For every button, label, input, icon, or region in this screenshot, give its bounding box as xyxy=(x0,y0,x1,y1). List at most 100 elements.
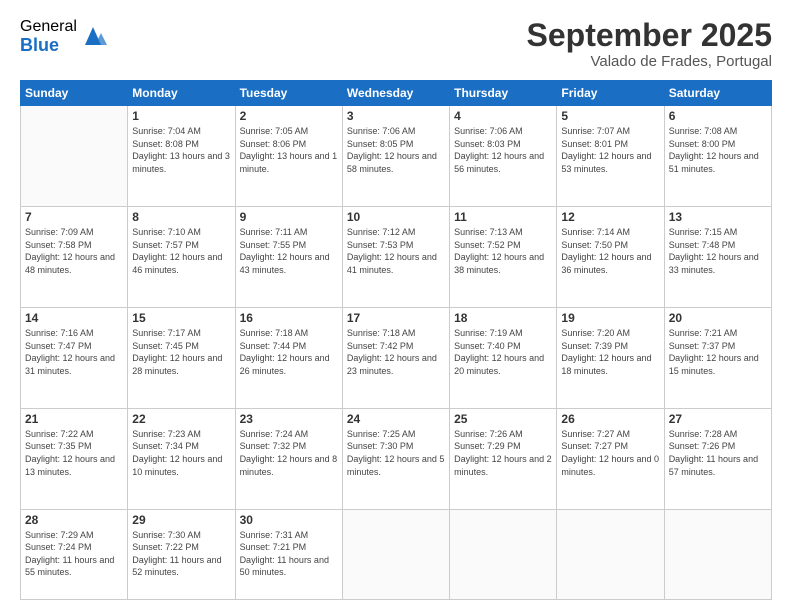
day-info: Sunrise: 7:26 AMSunset: 7:29 PMDaylight:… xyxy=(454,428,552,478)
table-row: 13Sunrise: 7:15 AMSunset: 7:48 PMDayligh… xyxy=(664,207,771,308)
day-number: 12 xyxy=(561,210,659,224)
table-row: 27 Sunrise: 7:28 AMSunset: 7:26 PMDayligh… xyxy=(664,408,771,509)
day-number: 15 xyxy=(132,311,230,325)
day-number: 27 xyxy=(669,412,767,426)
table-row: 19 Sunrise: 7:20 AMSunset: 7:39 PMDayligh… xyxy=(557,307,664,408)
day-info: Sunrise: 7:18 AMSunset: 7:42 PMDaylight:… xyxy=(347,327,445,377)
table-row: 2 Sunrise: 7:05 AMSunset: 8:06 PMDaylight… xyxy=(235,106,342,207)
table-row xyxy=(450,509,557,599)
day-number: 9 xyxy=(240,210,338,224)
day-number: 24 xyxy=(347,412,445,426)
table-row: 11 Sunrise: 7:13 AMSunset: 7:52 PMDayligh… xyxy=(450,207,557,308)
logo: General Blue xyxy=(20,18,107,55)
day-info: Sunrise: 7:29 AMSunset: 7:24 PMDaylight:… xyxy=(25,529,123,579)
table-row: 23Sunrise: 7:24 AMSunset: 7:32 PMDayligh… xyxy=(235,408,342,509)
logo-blue: Blue xyxy=(20,36,77,56)
day-info: Sunrise: 7:28 AMSunset: 7:26 PMDaylight:… xyxy=(669,428,767,478)
day-info: Sunrise: 7:13 AMSunset: 7:52 PMDaylight:… xyxy=(454,226,552,276)
location-subtitle: Valado de Frades, Portugal xyxy=(527,53,772,70)
table-row: 15Sunrise: 7:17 AMSunset: 7:45 PMDayligh… xyxy=(128,307,235,408)
title-block: September 2025 Valado de Frades, Portuga… xyxy=(527,18,772,70)
day-number: 25 xyxy=(454,412,552,426)
day-info: Sunrise: 7:07 AMSunset: 8:01 PMDaylight:… xyxy=(561,125,659,175)
day-number: 2 xyxy=(240,109,338,123)
col-wednesday: Wednesday xyxy=(342,81,449,106)
page: General Blue September 2025 Valado de Fr… xyxy=(0,0,792,612)
col-saturday: Saturday xyxy=(664,81,771,106)
day-info: Sunrise: 7:09 AMSunset: 7:58 PMDaylight:… xyxy=(25,226,123,276)
calendar-table: Sunday Monday Tuesday Wednesday Thursday… xyxy=(20,80,772,600)
day-number: 4 xyxy=(454,109,552,123)
table-row: 26Sunrise: 7:27 AMSunset: 7:27 PMDayligh… xyxy=(557,408,664,509)
day-info: Sunrise: 7:16 AMSunset: 7:47 PMDaylight:… xyxy=(25,327,123,377)
table-row: 3 Sunrise: 7:06 AMSunset: 8:05 PMDaylight… xyxy=(342,106,449,207)
table-row xyxy=(664,509,771,599)
month-title: September 2025 xyxy=(527,18,772,53)
day-info: Sunrise: 7:04 AMSunset: 8:08 PMDaylight:… xyxy=(132,125,230,175)
table-row xyxy=(342,509,449,599)
table-row: 20Sunrise: 7:21 AMSunset: 7:37 PMDayligh… xyxy=(664,307,771,408)
table-row: 4 Sunrise: 7:06 AMSunset: 8:03 PMDaylight… xyxy=(450,106,557,207)
day-number: 1 xyxy=(132,109,230,123)
day-info: Sunrise: 7:10 AMSunset: 7:57 PMDaylight:… xyxy=(132,226,230,276)
logo-general: General xyxy=(20,18,77,36)
logo-text: General Blue xyxy=(20,18,77,55)
day-info: Sunrise: 7:21 AMSunset: 7:37 PMDaylight:… xyxy=(669,327,767,377)
day-info: Sunrise: 7:25 AMSunset: 7:30 PMDaylight:… xyxy=(347,428,445,478)
day-info: Sunrise: 7:30 AMSunset: 7:22 PMDaylight:… xyxy=(132,529,230,579)
table-row xyxy=(557,509,664,599)
day-number: 6 xyxy=(669,109,767,123)
header: General Blue September 2025 Valado de Fr… xyxy=(20,18,772,70)
day-info: Sunrise: 7:12 AMSunset: 7:53 PMDaylight:… xyxy=(347,226,445,276)
table-row: 14 Sunrise: 7:16 AMSunset: 7:47 PMDayligh… xyxy=(21,307,128,408)
table-row: 17 Sunrise: 7:18 AMSunset: 7:42 PMDayligh… xyxy=(342,307,449,408)
table-row: 10 Sunrise: 7:12 AMSunset: 7:53 PMDayligh… xyxy=(342,207,449,308)
table-row: 21 Sunrise: 7:22 AMSunset: 7:35 PMDayligh… xyxy=(21,408,128,509)
day-info: Sunrise: 7:20 AMSunset: 7:39 PMDaylight:… xyxy=(561,327,659,377)
day-number: 18 xyxy=(454,311,552,325)
day-info: Sunrise: 7:31 AMSunset: 7:21 PMDaylight:… xyxy=(240,529,338,579)
day-info: Sunrise: 7:22 AMSunset: 7:35 PMDaylight:… xyxy=(25,428,123,478)
table-row: 24 Sunrise: 7:25 AMSunset: 7:30 PMDayligh… xyxy=(342,408,449,509)
table-row: 1 Sunrise: 7:04 AMSunset: 8:08 PMDaylight… xyxy=(128,106,235,207)
col-sunday: Sunday xyxy=(21,81,128,106)
day-number: 22 xyxy=(132,412,230,426)
header-row: Sunday Monday Tuesday Wednesday Thursday… xyxy=(21,81,772,106)
day-info: Sunrise: 7:06 AMSunset: 8:03 PMDaylight:… xyxy=(454,125,552,175)
day-number: 16 xyxy=(240,311,338,325)
day-number: 29 xyxy=(132,513,230,527)
day-info: Sunrise: 7:05 AMSunset: 8:06 PMDaylight:… xyxy=(240,125,338,175)
table-row: 7Sunrise: 7:09 AMSunset: 7:58 PMDaylight… xyxy=(21,207,128,308)
table-row: 8Sunrise: 7:10 AMSunset: 7:57 PMDaylight… xyxy=(128,207,235,308)
day-number: 5 xyxy=(561,109,659,123)
day-info: Sunrise: 7:14 AMSunset: 7:50 PMDaylight:… xyxy=(561,226,659,276)
col-friday: Friday xyxy=(557,81,664,106)
day-number: 17 xyxy=(347,311,445,325)
day-info: Sunrise: 7:23 AMSunset: 7:34 PMDaylight:… xyxy=(132,428,230,478)
day-number: 3 xyxy=(347,109,445,123)
day-number: 11 xyxy=(454,210,552,224)
day-info: Sunrise: 7:08 AMSunset: 8:00 PMDaylight:… xyxy=(669,125,767,175)
logo-icon xyxy=(79,23,107,51)
table-row: 5 Sunrise: 7:07 AMSunset: 8:01 PMDaylight… xyxy=(557,106,664,207)
day-number: 19 xyxy=(561,311,659,325)
day-number: 21 xyxy=(25,412,123,426)
day-number: 14 xyxy=(25,311,123,325)
day-number: 26 xyxy=(561,412,659,426)
day-info: Sunrise: 7:06 AMSunset: 8:05 PMDaylight:… xyxy=(347,125,445,175)
day-info: Sunrise: 7:19 AMSunset: 7:40 PMDaylight:… xyxy=(454,327,552,377)
col-monday: Monday xyxy=(128,81,235,106)
table-row: 9Sunrise: 7:11 AMSunset: 7:55 PMDaylight… xyxy=(235,207,342,308)
day-info: Sunrise: 7:24 AMSunset: 7:32 PMDaylight:… xyxy=(240,428,338,478)
table-row xyxy=(21,106,128,207)
table-row: 28 Sunrise: 7:29 AMSunset: 7:24 PMDayligh… xyxy=(21,509,128,599)
table-row: 29 Sunrise: 7:30 AMSunset: 7:22 PMDayligh… xyxy=(128,509,235,599)
day-info: Sunrise: 7:18 AMSunset: 7:44 PMDaylight:… xyxy=(240,327,338,377)
table-row: 22 Sunrise: 7:23 AMSunset: 7:34 PMDayligh… xyxy=(128,408,235,509)
table-row: 18 Sunrise: 7:19 AMSunset: 7:40 PMDayligh… xyxy=(450,307,557,408)
day-number: 28 xyxy=(25,513,123,527)
table-row: 16 Sunrise: 7:18 AMSunset: 7:44 PMDayligh… xyxy=(235,307,342,408)
table-row: 25 Sunrise: 7:26 AMSunset: 7:29 PMDayligh… xyxy=(450,408,557,509)
day-number: 10 xyxy=(347,210,445,224)
day-number: 13 xyxy=(669,210,767,224)
